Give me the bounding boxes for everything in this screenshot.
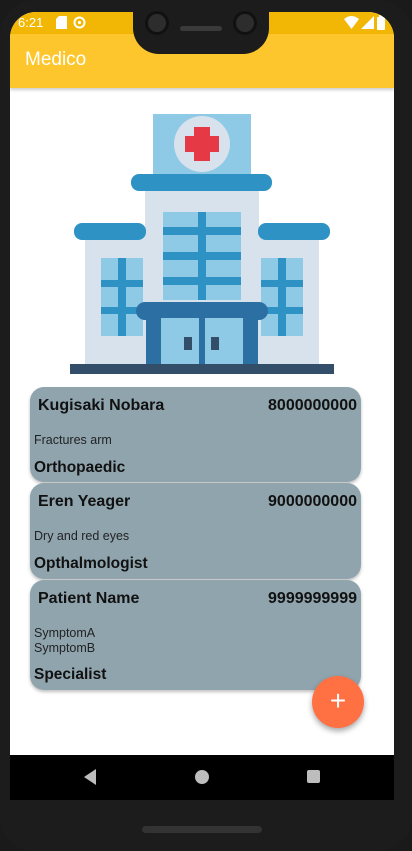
sync-icon <box>73 16 86 29</box>
navigation-bar <box>10 755 394 800</box>
patient-symptoms: SymptomA SymptomB <box>34 626 96 655</box>
front-camera <box>145 11 169 35</box>
battery-icon <box>377 15 385 30</box>
recents-icon[interactable] <box>307 770 320 783</box>
patient-name: Patient Name <box>38 590 140 607</box>
sd-card-icon <box>56 16 67 29</box>
app-screen: 6:21 Medico Kugisaki Nobara 8000000000 F… <box>10 12 394 800</box>
camera-notch <box>133 0 269 54</box>
patient-specialist: Opthalmologist <box>34 555 148 572</box>
status-time: 6:21 <box>18 15 44 30</box>
patient-symptoms: Dry and red eyes <box>34 529 130 543</box>
back-icon[interactable] <box>84 769 96 785</box>
patient-card[interactable]: Eren Yeager 9000000000 Dry and red eyes … <box>30 483 361 579</box>
patient-phone: 9000000000 <box>268 493 357 510</box>
patient-specialist: Orthopaedic <box>34 459 126 476</box>
bottom-speaker <box>142 826 262 833</box>
patient-specialist: Specialist <box>34 666 107 683</box>
patient-card[interactable]: Patient Name 9999999999 SymptomA Symptom… <box>30 580 361 690</box>
patient-card[interactable]: Kugisaki Nobara 8000000000 Fractures arm… <box>30 387 361 482</box>
patient-phone: 8000000000 <box>268 397 357 414</box>
wifi-icon <box>344 16 359 29</box>
home-icon[interactable] <box>195 770 209 784</box>
hospital-building-icon <box>70 114 334 374</box>
front-camera <box>233 11 257 35</box>
cellular-signal-icon <box>361 16 374 29</box>
app-title: Medico <box>25 49 87 70</box>
add-patient-button[interactable]: + <box>312 676 364 728</box>
patient-symptoms: Fractures arm <box>34 433 112 447</box>
patient-name: Eren Yeager <box>38 493 131 510</box>
patient-name: Kugisaki Nobara <box>38 397 165 414</box>
earpiece <box>180 26 222 31</box>
patient-phone: 9999999999 <box>268 590 357 607</box>
